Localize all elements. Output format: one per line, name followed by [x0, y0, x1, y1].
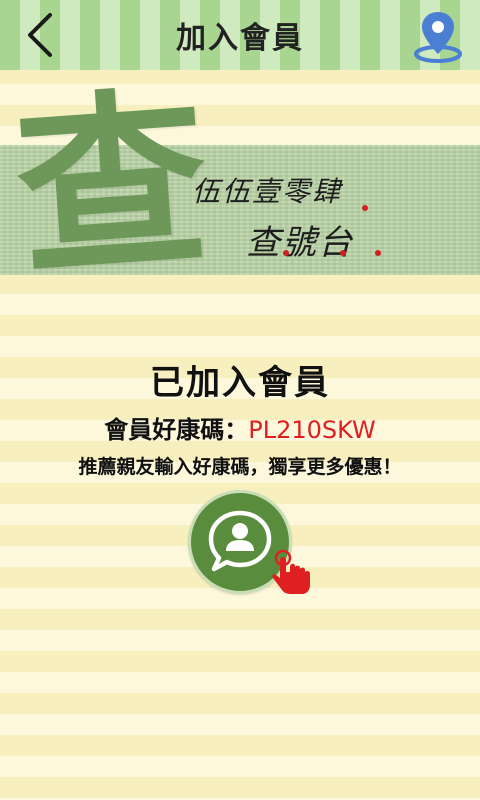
- brand-name-line2: 查號台: [246, 223, 354, 263]
- hand-pointer-icon: [270, 548, 314, 596]
- decorative-dot: [375, 250, 381, 256]
- decorative-dot: [362, 205, 368, 211]
- share-contact-icon: [208, 510, 272, 572]
- brand-name-line1: 伍伍壹零肆: [192, 175, 343, 208]
- recommend-text: 推薦親友輸入好康碼，獨享更多優惠！: [78, 456, 402, 478]
- member-code-label: 會員好康碼：: [104, 416, 249, 444]
- decorative-dot: [340, 250, 346, 256]
- joined-status-heading: 已加入會員: [150, 363, 330, 403]
- map-pin-icon: [414, 12, 462, 63]
- top-bar: 加入會員: [0, 0, 480, 70]
- decorative-dot: [283, 250, 289, 256]
- member-code-line: 會員好康碼：PL210SKW: [0, 410, 480, 445]
- map-button[interactable]: [408, 6, 468, 66]
- member-code-value: PL210SKW: [248, 416, 376, 444]
- banner-logo-character: 查: [9, 66, 215, 303]
